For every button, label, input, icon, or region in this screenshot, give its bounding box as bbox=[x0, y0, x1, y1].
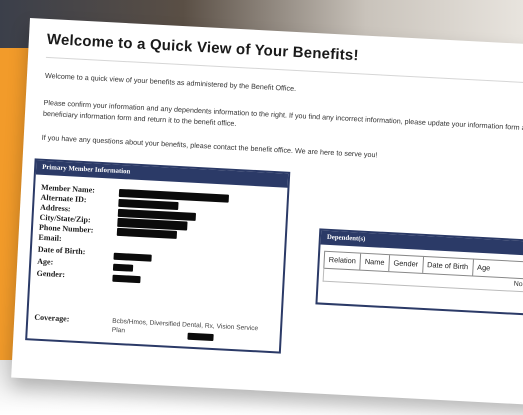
coverage-label: Coverage: bbox=[34, 312, 70, 324]
redacted-phone bbox=[116, 227, 178, 239]
benefits-card: Welcome to a Quick View of Your Benefits… bbox=[11, 18, 523, 407]
column-name[interactable]: Name bbox=[360, 253, 390, 272]
redacted-coverage bbox=[187, 332, 214, 342]
intro-text: Welcome to a quick view of your benefits… bbox=[44, 70, 297, 94]
questions-text: If you have any questions about your ben… bbox=[41, 132, 378, 160]
redacted-dob bbox=[113, 252, 152, 262]
address-label: Address: bbox=[39, 202, 71, 214]
dob-label: Date of Birth: bbox=[37, 244, 86, 257]
column-relation[interactable]: Relation bbox=[324, 251, 362, 270]
redacted-age bbox=[112, 263, 134, 272]
dependents-panel: Dependent(s) Relation Name Gender Date o… bbox=[315, 228, 523, 319]
column-gender[interactable]: Gender bbox=[389, 255, 424, 273]
redacted-alternate-id bbox=[118, 198, 179, 211]
email-label: Email: bbox=[38, 232, 62, 243]
age-label: Age: bbox=[37, 256, 54, 267]
gender-label: Gender: bbox=[36, 268, 66, 280]
primary-member-panel: Primary Member Information Member Name: … bbox=[25, 158, 291, 354]
column-age[interactable]: Age bbox=[473, 260, 495, 277]
redacted-gender bbox=[112, 274, 141, 284]
